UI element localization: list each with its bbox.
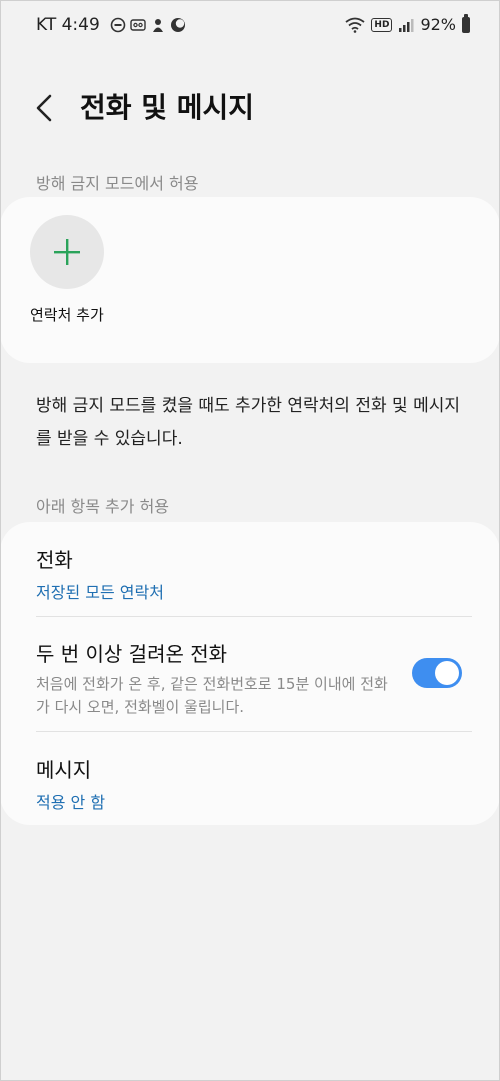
battery-icon	[462, 13, 470, 33]
back-button[interactable]	[30, 88, 62, 128]
dnd-section-label: 방해 금지 모드에서 허용	[36, 174, 199, 193]
status-left: KT 4:49	[36, 15, 186, 35]
notification-icons	[110, 17, 186, 33]
allowed-contacts-card: 연락처 추가	[0, 197, 500, 363]
plus-icon	[54, 239, 80, 265]
divider	[36, 731, 472, 732]
messages-value: 적용 안 함	[36, 793, 106, 812]
dnd-description: 방해 금지 모드를 켰을 때도 추가한 연락처의 전화 및 메시지를 받을 수 …	[36, 396, 460, 449]
wifi-icon	[345, 17, 365, 33]
calls-title: 전화	[36, 548, 73, 572]
back-arrow-icon	[36, 94, 52, 122]
messages-setting-row[interactable]: 메시지 적용 안 함	[36, 754, 472, 813]
app-notification-icon	[152, 19, 163, 32]
status-bar: KT 4:49 HD 92%	[0, 0, 500, 52]
repeat-callers-description: 처음에 전화가 온 후, 같은 전화번호로 15분 이내에 전화가 다시 오면,…	[36, 675, 388, 716]
repeat-callers-title: 두 번 이상 걸려온 전화	[36, 642, 228, 666]
carrier-time: KT 4:49	[36, 15, 100, 35]
page-title: 전화 및 메시지	[80, 91, 255, 124]
battery-percent: 92%	[420, 15, 456, 34]
allow-options-card: 전화 저장된 모든 연락처 두 번 이상 걸려온 전화 처음에 전화가 온 후,…	[0, 522, 500, 825]
dnd-icon	[110, 17, 126, 33]
hd-voice-badge: HD	[371, 17, 393, 32]
allow-section-label: 아래 항목 추가 허용	[36, 497, 170, 516]
calls-value: 저장된 모든 연락처	[36, 583, 164, 602]
toggle-knob	[435, 661, 459, 685]
calls-setting-row[interactable]: 전화 저장된 모든 연락처	[36, 544, 472, 603]
divider	[36, 616, 472, 617]
moon-icon	[170, 18, 185, 32]
repeat-callers-row[interactable]: 두 번 이상 걸려온 전화 처음에 전화가 온 후, 같은 전화번호로 15분 …	[36, 638, 472, 719]
repeat-callers-toggle[interactable]	[412, 658, 462, 688]
add-contact-label: 연락처 추가	[30, 306, 104, 324]
signal-icon	[399, 18, 414, 32]
add-contact-button[interactable]	[30, 215, 104, 289]
app-header: 전화 및 메시지	[0, 80, 500, 136]
messages-title: 메시지	[36, 758, 92, 782]
status-right: HD 92%	[345, 13, 470, 34]
voicemail-icon	[130, 19, 146, 31]
